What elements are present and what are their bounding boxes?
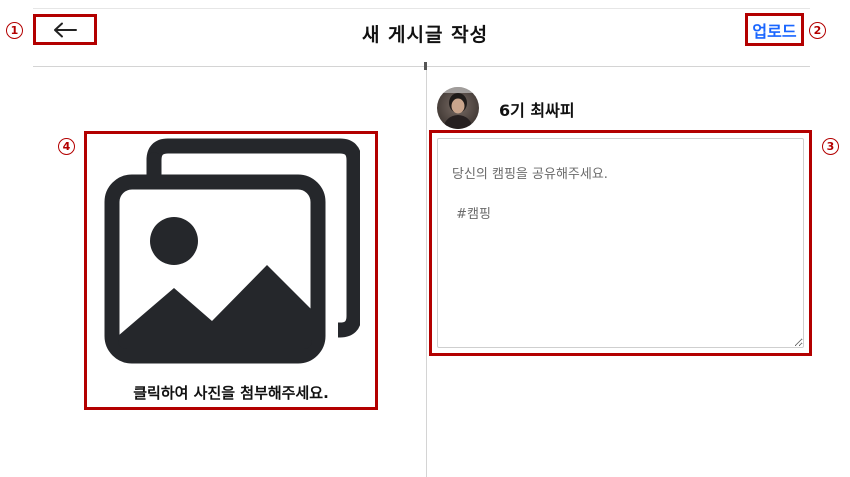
header-divider	[33, 66, 810, 67]
page-title: 새 게시글 작성	[361, 24, 489, 46]
upload-button[interactable]: 업로드	[745, 13, 804, 46]
user-avatar-icon	[437, 87, 479, 129]
avatar	[437, 87, 479, 129]
top-rule	[33, 8, 810, 9]
divider-tick	[424, 62, 427, 70]
photo-attach-caption: 클릭하여 사진을 첨부해주세요.	[133, 384, 329, 402]
photo-attach-area[interactable]: 클릭하여 사진을 첨부해주세요.	[84, 131, 378, 410]
annotation-marker-2: 2	[809, 22, 826, 39]
column-divider	[426, 67, 427, 477]
username: 6기 최싸피	[499, 101, 575, 120]
annotation-marker-4: 4	[58, 138, 75, 155]
post-text-frame	[429, 130, 812, 356]
annotation-marker-3: 3	[822, 138, 839, 155]
post-content-input[interactable]	[437, 138, 804, 348]
photo-gallery-icon	[104, 138, 360, 364]
